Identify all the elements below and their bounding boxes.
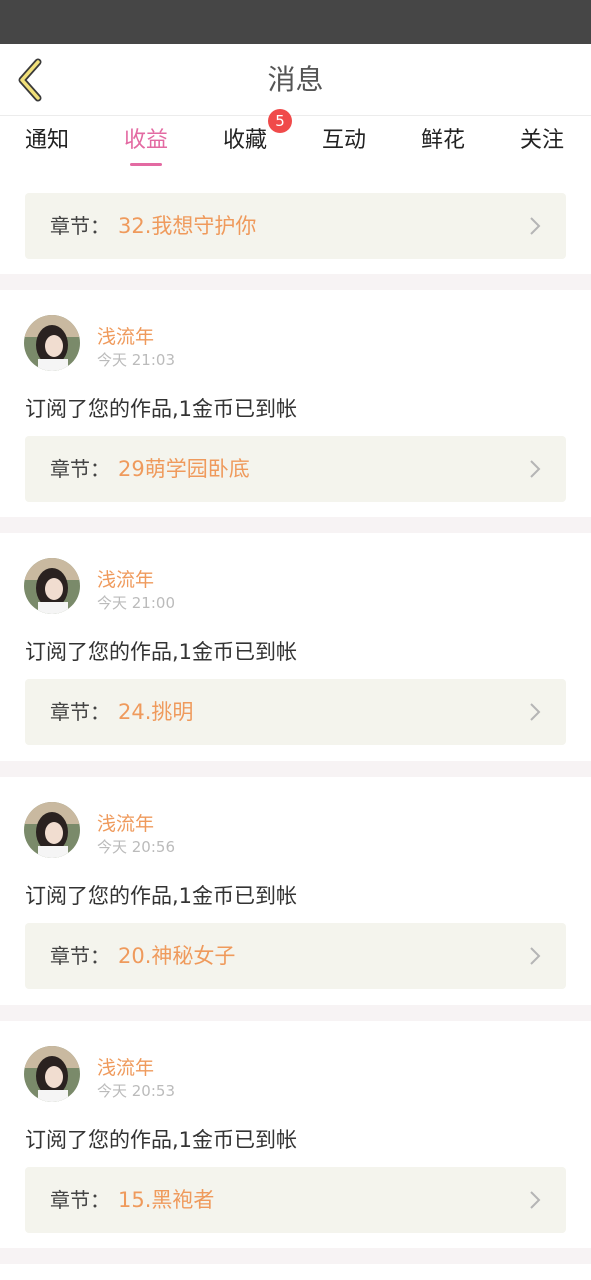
chapter-label: 章节： (50, 700, 110, 724)
tab-label: 鲜花 (420, 128, 465, 153)
tab-bar: 通知 收益 收藏 5 互动 鲜花 关注 (0, 109, 591, 179)
page-title: 消息 (267, 63, 324, 96)
timestamp: 今天 20:53 (97, 1082, 175, 1100)
tab-interactions[interactable]: 互动 (317, 117, 371, 179)
tab-label: 收藏 (222, 128, 267, 153)
chapter-link[interactable]: 章节： 29萌学园卧底 (25, 436, 566, 502)
message-text: 订阅了您的作品,1金币已到帐 (25, 1128, 298, 1152)
tab-follows[interactable]: 关注 (515, 117, 569, 179)
chapter-link[interactable]: 章节： 20.神秘女子 (25, 923, 566, 989)
active-tab-indicator (130, 163, 162, 166)
divider (0, 1248, 591, 1264)
tab-notifications[interactable]: 通知 (20, 117, 74, 179)
chapter-title: 20.神秘女子 (118, 944, 236, 968)
chapter-label: 章节： (50, 457, 110, 481)
tab-label: 通知 (24, 128, 69, 153)
tab-flowers[interactable]: 鲜花 (416, 117, 470, 179)
username[interactable]: 浅流年 (97, 809, 154, 836)
status-bar (0, 0, 591, 44)
tab-label: 收益 (123, 128, 168, 153)
chapter-title: 24.挑明 (118, 700, 194, 724)
tab-earnings[interactable]: 收益 (119, 117, 173, 179)
divider (0, 517, 591, 533)
avatar[interactable] (24, 315, 80, 371)
chapter-label: 章节： (50, 944, 110, 968)
chapter-label: 章节： (50, 1188, 110, 1212)
tab-label: 关注 (519, 128, 564, 153)
divider (0, 761, 591, 777)
chapter-link[interactable]: 章节： 24.挑明 (25, 679, 566, 745)
chapter-link[interactable]: 章节： 32.我想守护你 (25, 193, 566, 259)
timestamp: 今天 21:00 (97, 594, 175, 612)
username[interactable]: 浅流年 (97, 1053, 154, 1080)
avatar[interactable] (24, 558, 80, 614)
username[interactable]: 浅流年 (97, 322, 154, 349)
message-text: 订阅了您的作品,1金币已到帐 (25, 884, 298, 908)
avatar[interactable] (24, 802, 80, 858)
unread-badge: 5 (268, 109, 292, 133)
timestamp: 今天 20:56 (97, 838, 175, 856)
message-text: 订阅了您的作品,1金币已到帐 (25, 640, 298, 664)
chapter-title: 15.黑袍者 (118, 1188, 215, 1212)
chapter-title: 32.我想守护你 (118, 214, 257, 238)
header: 消息 (0, 44, 591, 116)
username[interactable]: 浅流年 (97, 565, 154, 592)
avatar[interactable] (24, 1046, 80, 1102)
chevron-right-icon (530, 703, 541, 721)
chapter-link[interactable]: 章节： 15.黑袍者 (25, 1167, 566, 1233)
message-text: 订阅了您的作品,1金币已到帐 (25, 397, 298, 421)
divider (0, 274, 591, 290)
chevron-right-icon (530, 1191, 541, 1209)
divider (0, 1005, 591, 1021)
tab-favorites[interactable]: 收藏 5 (218, 109, 292, 179)
chevron-right-icon (530, 460, 541, 478)
chevron-right-icon (530, 217, 541, 235)
chapter-title: 29萌学园卧底 (118, 457, 250, 481)
chevron-right-icon (530, 947, 541, 965)
timestamp: 今天 21:03 (97, 351, 175, 369)
chapter-label: 章节： (50, 214, 110, 238)
tab-label: 互动 (321, 128, 366, 153)
